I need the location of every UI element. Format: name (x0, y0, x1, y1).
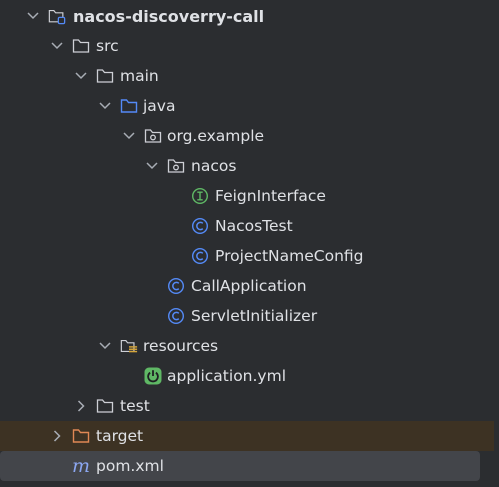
chevron-down-icon[interactable] (98, 331, 112, 361)
tree-item-test[interactable]: test (0, 391, 499, 421)
tree-item-feigninterface[interactable]: FeignInterface (0, 181, 499, 211)
tree-item-label: nacos (191, 157, 237, 175)
tree-item-application-yml[interactable]: application.yml (0, 361, 499, 391)
tree-item-src[interactable]: src (0, 31, 499, 61)
chevron-right-icon[interactable] (74, 391, 88, 421)
tree-item-nacos-discoverry-call[interactable]: nacos-discoverry-call (0, 1, 499, 31)
tree-item-label: FeignInterface (215, 187, 326, 205)
chevron-down-icon[interactable] (98, 91, 112, 121)
tree-item-label: test (120, 397, 150, 415)
tree-item-label: main (120, 67, 159, 85)
tree-item-callapplication[interactable]: CallApplication (0, 271, 499, 301)
chevron-down-icon[interactable] (26, 1, 40, 31)
package-icon (167, 151, 185, 181)
folder-icon (72, 31, 90, 61)
tree-item-servletinitializer[interactable]: ServletInitializer (0, 301, 499, 331)
tree-item-label: nacos-discoverry-call (73, 6, 265, 26)
tree-item-label: ServletInitializer (191, 307, 318, 325)
tree-item-label: ProjectNameConfig (215, 247, 364, 265)
project-tree: nacos-discoverry-call src main java org.… (0, 0, 499, 487)
class-icon (167, 301, 185, 331)
folder-icon (96, 61, 114, 91)
excluded-folder-icon (72, 421, 90, 451)
tree-item-projectnameconfig[interactable]: ProjectNameConfig (0, 241, 499, 271)
folder-icon (96, 391, 114, 421)
tree-item-label: resources (143, 337, 219, 355)
tree-item-label: application.yml (167, 367, 287, 385)
tree-item-main[interactable]: main (0, 61, 499, 91)
chevron-down-icon[interactable] (74, 61, 88, 91)
module-folder-icon (48, 1, 66, 31)
tree-item-pom-xml[interactable]: m pom.xml (0, 451, 480, 481)
class-icon (191, 211, 209, 241)
tree-item-label: CallApplication (191, 277, 307, 295)
source-root-folder-icon (120, 91, 138, 121)
class-icon (167, 271, 185, 301)
tree-item-label: target (96, 427, 144, 445)
maven-icon: m (71, 454, 91, 477)
tree-item-org-example[interactable]: org.example (0, 121, 499, 151)
tree-item-label: NacosTest (215, 217, 293, 235)
tree-item-label: src (96, 37, 119, 55)
spring-config-icon (144, 361, 162, 391)
chevron-down-icon[interactable] (122, 121, 136, 151)
resources-folder-icon (120, 331, 138, 361)
tree-item-label: java (143, 97, 176, 115)
tree-item-resources[interactable]: resources (0, 331, 499, 361)
tree-item-label: org.example (167, 127, 265, 145)
tree-item-label: pom.xml (96, 457, 164, 475)
tree-item-target[interactable]: target (0, 421, 494, 451)
tree-item-nacostest[interactable]: NacosTest (0, 211, 499, 241)
chevron-down-icon[interactable] (145, 151, 159, 181)
tree-item-java[interactable]: java (0, 91, 499, 121)
tree-item-nacos[interactable]: nacos (0, 151, 499, 181)
interface-icon (191, 181, 209, 211)
package-icon (144, 121, 162, 151)
class-icon (191, 241, 209, 271)
chevron-right-icon[interactable] (50, 421, 64, 451)
chevron-down-icon[interactable] (50, 31, 64, 61)
